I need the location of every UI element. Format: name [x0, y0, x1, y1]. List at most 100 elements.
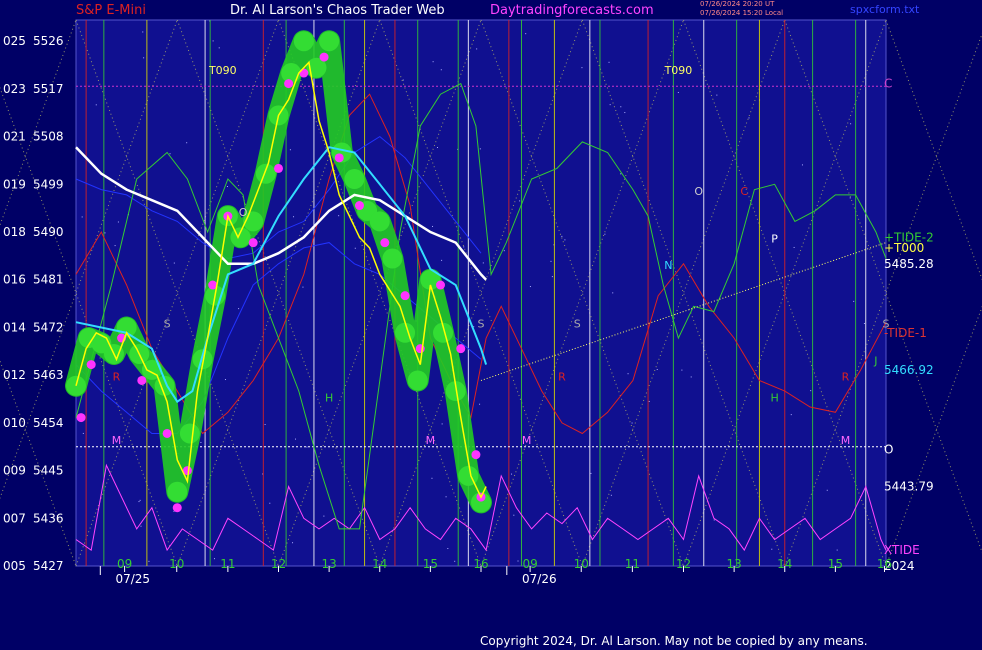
star-dot	[226, 186, 228, 188]
star-dot	[292, 542, 294, 544]
x-tick-label: 11	[220, 557, 235, 571]
star-dot	[306, 446, 308, 448]
right-label: XTIDE	[884, 543, 920, 557]
star-dot	[81, 216, 83, 218]
price-halo-blob	[293, 31, 314, 52]
price-dot	[172, 503, 182, 513]
x-tick-label: 12	[676, 557, 691, 571]
star-dot	[519, 200, 521, 202]
star-dot	[850, 123, 852, 125]
right-label: 5443.79	[884, 479, 934, 493]
aspect-label: P	[771, 233, 778, 246]
aspect-label: O	[694, 185, 703, 198]
star-dot	[302, 286, 304, 288]
timestamp-local: 07/26/2024 15:20 Local	[700, 9, 784, 17]
star-dot	[620, 106, 622, 108]
y-tick-label: 5481	[33, 273, 64, 287]
star-dot	[525, 33, 527, 35]
y-tick-short: 009	[3, 464, 26, 478]
star-dot	[323, 515, 325, 517]
aspect-label: H	[770, 392, 778, 405]
y-tick-short: 021	[3, 130, 26, 144]
star-dot	[447, 548, 449, 550]
x-tick-label: 16	[473, 557, 488, 571]
aspect-label: J	[873, 355, 877, 368]
star-dot	[853, 300, 855, 302]
star-dot	[114, 245, 116, 247]
price-dot	[334, 153, 344, 163]
price-halo-blob	[458, 465, 479, 486]
y-tick-label: 5445	[33, 464, 64, 478]
star-dot	[432, 61, 434, 63]
star-dot	[95, 104, 97, 106]
price-halo-blob	[382, 248, 403, 269]
price-halo-blob	[167, 481, 188, 502]
star-dot	[604, 233, 606, 235]
aspect-label: S	[478, 317, 485, 330]
x-tick-label: 09	[522, 557, 537, 571]
copyright-notice: Copyright 2024, Dr. Al Larson. May not b…	[480, 634, 868, 648]
x-tick-label: 10	[574, 557, 589, 571]
price-halo-blob	[407, 370, 428, 391]
star-dot	[289, 149, 291, 151]
y-tick-label: 5499	[33, 177, 64, 191]
right-label: 5485.28	[884, 257, 934, 271]
star-dot	[200, 441, 202, 443]
y-tick-label: 5508	[33, 130, 64, 144]
star-dot	[354, 247, 356, 249]
site-title: Dr. Al Larson's Chaos Trader Web	[230, 3, 445, 18]
y-tick-label: 5526	[33, 34, 64, 48]
star-dot	[402, 79, 404, 81]
star-dot	[214, 558, 216, 560]
star-dot	[218, 47, 220, 49]
star-dot	[441, 259, 443, 261]
star-dot	[479, 148, 481, 150]
aspect-label: S	[164, 317, 171, 330]
aspect-label: M	[112, 434, 122, 447]
star-dot	[476, 48, 478, 50]
y-tick-short: 005	[3, 559, 26, 573]
x-tick-label: 11	[625, 557, 640, 571]
x-tick-label: 15	[828, 557, 843, 571]
star-dot	[801, 164, 803, 166]
star-dot	[117, 221, 119, 223]
star-dot	[138, 501, 140, 503]
star-dot	[590, 472, 592, 474]
star-dot	[716, 94, 718, 96]
grid-diagonal-down	[0, 359, 77, 567]
x-tick-label: 10	[169, 557, 184, 571]
star-dot	[624, 112, 626, 114]
star-dot	[143, 57, 145, 59]
y-tick-label: 5517	[33, 82, 64, 96]
star-dot	[609, 104, 611, 106]
x-tick-label: 16	[877, 557, 892, 571]
star-dot	[631, 422, 633, 424]
star-dot	[648, 400, 650, 402]
price-dot	[380, 238, 390, 248]
y-tick-label: 5463	[33, 368, 64, 382]
site-link[interactable]: Daytradingforecasts.com	[490, 3, 654, 18]
price-halo-blob	[369, 211, 390, 232]
y-tick-short: 019	[3, 177, 26, 191]
y-tick-short: 018	[3, 225, 26, 239]
aspect-label: M	[522, 434, 532, 447]
star-dot	[836, 549, 838, 551]
star-dot	[690, 376, 692, 378]
price-dot	[248, 238, 258, 248]
star-dot	[677, 91, 679, 93]
star-dot	[440, 69, 442, 71]
aspect-label: R	[842, 370, 850, 383]
star-dot	[454, 560, 456, 562]
star-dot	[441, 423, 443, 425]
star-dot	[436, 146, 438, 148]
star-dot	[513, 514, 515, 516]
star-dot	[224, 379, 226, 381]
price-dot	[284, 79, 294, 89]
star-dot	[148, 560, 150, 562]
y-tick-short: 014	[3, 320, 26, 334]
star-dot	[479, 403, 481, 405]
star-dot	[463, 246, 465, 248]
star-dot	[684, 447, 686, 449]
right-label: O	[884, 442, 893, 456]
y-tick-short: 010	[3, 416, 26, 430]
